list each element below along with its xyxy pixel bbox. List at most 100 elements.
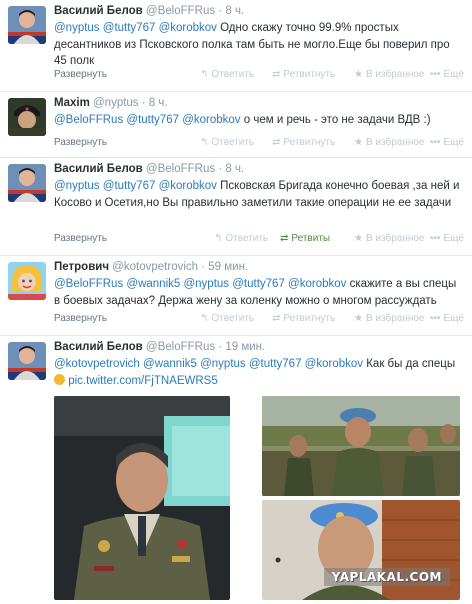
emoji-icon — [54, 373, 65, 385]
author-handle[interactable]: @kotovpetrovich — [112, 261, 198, 273]
avatar-belov-icon — [8, 342, 46, 380]
avatar[interactable] — [8, 262, 46, 300]
more-button[interactable]: ••• Ещё — [430, 69, 464, 80]
more-button[interactable]: ••• Ещё — [430, 137, 464, 148]
timestamp[interactable]: · 8 ч. — [142, 97, 168, 109]
reply-button[interactable]: ↰ Ответить — [200, 313, 254, 324]
favorite-button[interactable]: ★ В избранное — [354, 137, 425, 148]
mention-link[interactable]: @nyptus — [54, 180, 100, 192]
reply-button[interactable]: ↰ Ответить — [200, 69, 254, 80]
mention-link[interactable]: @BeloFFRus — [54, 278, 123, 290]
mention-link[interactable]: @BeloFFRus — [54, 114, 123, 126]
more-icon: ••• — [430, 233, 441, 244]
reply-button[interactable]: ↰ Ответить — [214, 233, 268, 244]
timestamp[interactable]: · 59 мин. — [201, 261, 248, 273]
tweet-3[interactable]: Василий Белов @BeloFFRus · 8 ч. @nyptus … — [0, 158, 472, 256]
photo-officer[interactable] — [54, 396, 230, 600]
avatar[interactable] — [8, 164, 46, 202]
more-button[interactable]: ••• Ещё — [430, 313, 464, 324]
media-link[interactable]: pic.twitter.com/FjTNAEWRS5 — [68, 375, 218, 387]
mention-link[interactable]: @nyptus — [54, 22, 100, 34]
mention-link[interactable]: @tutty767 — [126, 114, 179, 126]
more-label: Ещё — [443, 137, 464, 148]
more-button[interactable]: ••• Ещё — [430, 233, 464, 244]
more-icon: ••• — [430, 313, 441, 324]
avatar-belov-icon — [8, 6, 46, 44]
mention-link[interactable]: @tutty767 — [103, 22, 156, 34]
author-name[interactable]: Василий Белов — [54, 163, 143, 175]
tweet-header: Василий Белов @BeloFFRus · 8 ч. — [54, 162, 466, 177]
favorite-label: В избранное — [365, 69, 425, 80]
avatar-belov-icon — [8, 164, 46, 202]
mention-link[interactable]: @korobkov — [288, 278, 346, 290]
retweet-icon: ⇄ — [272, 313, 281, 324]
expand-link[interactable]: Развернуть — [54, 137, 107, 148]
mention-link[interactable]: @korobkov — [159, 22, 217, 34]
tweet-header: Василий Белов @BeloFFRus · 8 ч. — [54, 4, 466, 19]
tweet-body: Как бы да спецы — [366, 358, 456, 370]
retweet-button[interactable]: ⇄ Ретвитнуть — [272, 137, 335, 148]
expand-link[interactable]: Развернуть — [54, 69, 107, 80]
timestamp[interactable]: · 8 ч. — [218, 163, 244, 175]
avatar[interactable] — [8, 342, 46, 380]
reply-label: Ответить — [211, 137, 255, 148]
tweet-2[interactable]: Maxim @nyptus · 8 ч. @BeloFFRus @tutty76… — [0, 92, 472, 158]
favorite-label: В избранное — [365, 233, 425, 244]
watermark: YAPLAKAL.COM — [323, 568, 450, 586]
mention-link[interactable]: @nyptus — [183, 278, 229, 290]
author-handle[interactable]: @BeloFFRus — [146, 163, 215, 175]
tweet-body: о чем и речь - это не задачи ВДВ :) — [243, 114, 431, 126]
retweet-icon: ⇄ — [272, 137, 281, 148]
reply-label: Ответить — [211, 69, 255, 80]
tweet-5[interactable]: Василий Белов @BeloFFRus · 19 мин. @koto… — [0, 336, 472, 604]
author-handle[interactable]: @nyptus — [93, 97, 139, 109]
retweet-button[interactable]: ⇄ Ретвитнуть — [272, 69, 335, 80]
mention-link[interactable]: @wannik5 — [126, 278, 180, 290]
tweet-4[interactable]: Петрович @kotovpetrovich · 59 мин. @Belo… — [0, 256, 472, 336]
mention-link[interactable]: @kotovpetrovich — [54, 358, 140, 370]
retweet-icon: ⇄ — [272, 69, 281, 80]
more-label: Ещё — [443, 233, 464, 244]
retweet-button[interactable]: ⇄ Ретвитнуть — [272, 313, 335, 324]
favorite-button[interactable]: ★ В избранное — [354, 69, 425, 80]
reply-label: Ответить — [211, 313, 255, 324]
reply-label: Ответить — [225, 233, 269, 244]
mention-link[interactable]: @wannik5 — [143, 358, 197, 370]
retweet-label: Ретвитнуть — [283, 313, 336, 324]
mention-link[interactable]: @korobkov — [182, 114, 240, 126]
avatar[interactable] — [8, 6, 46, 44]
author-name[interactable]: Василий Белов — [54, 341, 143, 353]
expand-link[interactable]: Развернуть — [54, 313, 107, 324]
tweet-1[interactable]: Василий Белов @BeloFFRus · 8 ч. @nyptus … — [0, 0, 472, 92]
retweet-button[interactable]: ⇄ Ретвиты — [280, 233, 330, 244]
more-label: Ещё — [443, 69, 464, 80]
mention-link[interactable]: @korobkov — [159, 180, 217, 192]
mention-link[interactable]: @tutty767 — [103, 180, 156, 192]
tweet-header: Maxim @nyptus · 8 ч. — [54, 96, 466, 111]
retweet-label: Ретвитнуть — [283, 137, 336, 148]
author-name[interactable]: Maxim — [54, 97, 90, 109]
mention-link[interactable]: @korobkov — [305, 358, 363, 370]
tweet-text: @BeloFFRus @tutty767 @korobkov о чем и р… — [54, 112, 464, 129]
favorite-button[interactable]: ★ В избранное — [354, 233, 425, 244]
avatar[interactable] — [8, 98, 46, 136]
author-handle[interactable]: @BeloFFRus — [146, 341, 215, 353]
avatar-petrovich-icon — [8, 262, 46, 300]
author-name[interactable]: Василий Белов — [54, 5, 143, 17]
mention-link[interactable]: @tutty767 — [249, 358, 302, 370]
tweet-header: Петрович @kotovpetrovich · 59 мин. — [54, 260, 466, 275]
retweet-label: Ретвиты — [291, 233, 331, 244]
mention-link[interactable]: @tutty767 — [232, 278, 285, 290]
expand-link[interactable]: Развернуть — [54, 233, 107, 244]
more-icon: ••• — [430, 137, 441, 148]
reply-icon: ↰ — [200, 313, 209, 324]
timestamp[interactable]: · 19 мин. — [218, 341, 265, 353]
author-name[interactable]: Петрович — [54, 261, 109, 273]
timestamp[interactable]: · 8 ч. — [218, 5, 244, 17]
reply-button[interactable]: ↰ Ответить — [200, 137, 254, 148]
author-handle[interactable]: @BeloFFRus — [146, 5, 215, 17]
mention-link[interactable]: @nyptus — [200, 358, 246, 370]
tweet-text: @BeloFFRus @wannik5 @nyptus @tutty767 @k… — [54, 276, 464, 309]
favorite-button[interactable]: ★ В избранное — [354, 313, 425, 324]
photo-soldiers[interactable] — [262, 396, 460, 496]
